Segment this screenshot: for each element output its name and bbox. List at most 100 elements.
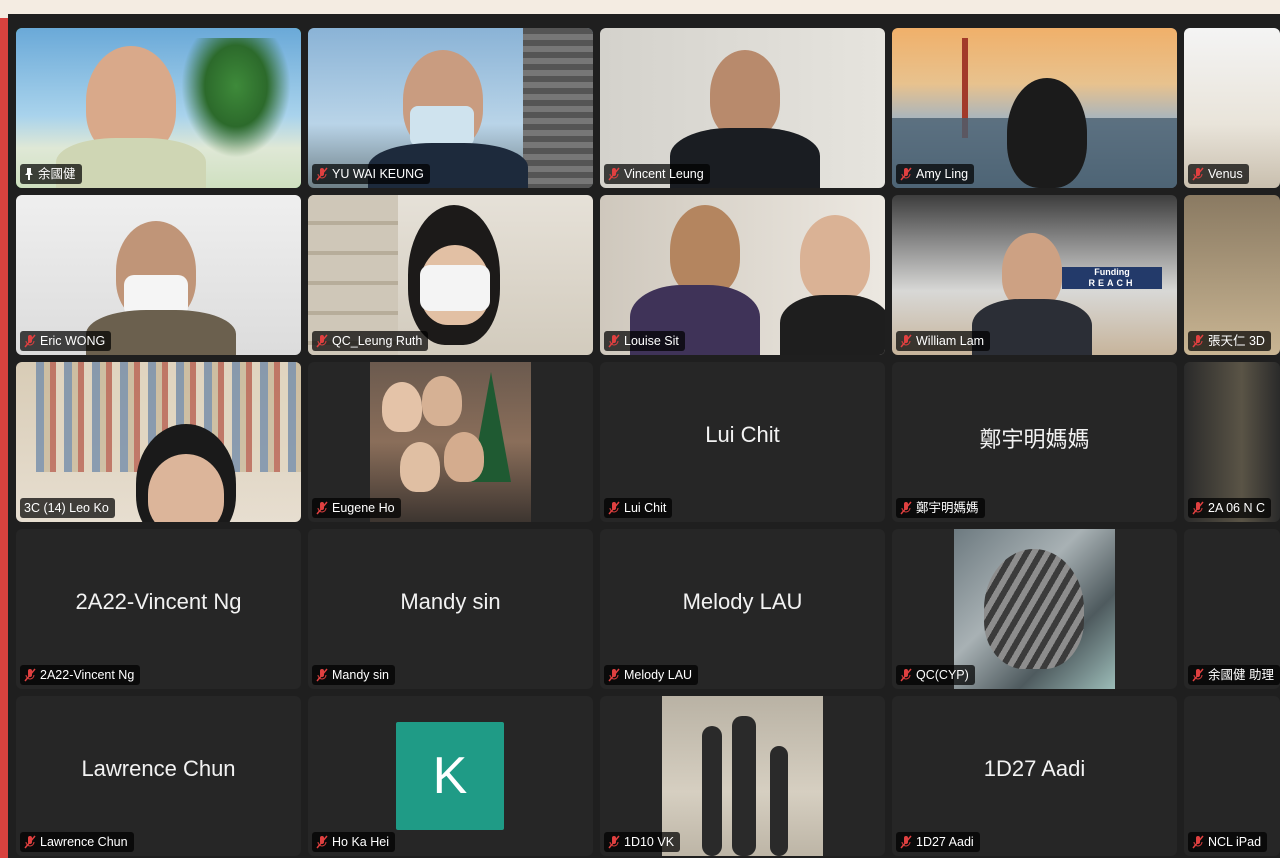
participant-name: 2A22-Vincent Ng (40, 668, 135, 682)
face-mask (410, 106, 474, 146)
participant-tile[interactable]: 1D27 Aadi 1D27 Aadi (892, 696, 1177, 856)
microphone-muted-icon (608, 167, 620, 181)
participant-name-tag: Ho Ka Hei (312, 832, 395, 852)
participant-tile[interactable]: Eugene Ho (308, 362, 593, 522)
participant-tile[interactable]: 余國健 (16, 28, 301, 188)
microphone-muted-icon (608, 334, 620, 348)
participant-tile[interactable]: YU WAI KEUNG (308, 28, 593, 188)
office-wall-sign: Funding REACH (1062, 267, 1162, 289)
participant-name-tag: Louise Sit (604, 331, 685, 351)
family-member (422, 376, 462, 426)
participant-name-tag: QC(CYP) (896, 665, 975, 685)
participant-silhouette (1007, 78, 1087, 188)
participant-tile[interactable]: K Ho Ka Hei (308, 696, 593, 856)
participant-face (800, 215, 870, 301)
participant-name: Venus (1208, 167, 1243, 181)
participant-name-tag: 1D10 VK (604, 832, 681, 852)
participant-tile[interactable]: QC(CYP) (892, 529, 1177, 689)
participant-name: Amy Ling (916, 167, 969, 181)
participant-name: Melody LAU (624, 668, 693, 682)
blinds (523, 28, 593, 188)
participant-name-tag: Vincent Leung (604, 164, 710, 184)
participant-tile[interactable]: QC_Leung Ruth (308, 195, 593, 355)
participant-name: 鄭宇明媽媽 (916, 501, 979, 515)
participant-tile[interactable]: 張天仁 3D (1184, 195, 1280, 355)
participant-name: QC_Leung Ruth (332, 334, 423, 348)
participant-tile[interactable]: 2A 06 N C (1184, 362, 1280, 522)
participant-name-tag: 余國健 助理 (1188, 665, 1280, 685)
microphone-muted-icon (1192, 501, 1204, 515)
participant-tile[interactable]: Mandy sin Mandy sin (308, 529, 593, 689)
microphone-muted-icon (316, 835, 328, 849)
participant-name-tag: NCL iPad (1188, 832, 1268, 852)
participant-tile[interactable]: 3C (14) Leo Ko (16, 362, 301, 522)
participant-name-tag: Mandy sin (312, 665, 395, 685)
participant-name: Louise Sit (624, 334, 679, 348)
participant-tile[interactable]: 2A22-Vincent Ng 2A22-Vincent Ng (16, 529, 301, 689)
participant-name: 余國健 (38, 167, 76, 181)
participant-tile[interactable]: Louise Sit (600, 195, 885, 355)
participant-name: Eric WONG (40, 334, 106, 348)
participant-name: 1D10 VK (624, 835, 675, 849)
participant-name-tag: Amy Ling (896, 164, 975, 184)
participant-display-name: Melody LAU (682, 589, 803, 614)
participant-tile[interactable]: Melody LAU Melody LAU (600, 529, 885, 689)
participant-display-name: 1D27 Aadi (983, 756, 1086, 781)
microphone-muted-icon (608, 501, 620, 515)
microphone-muted-icon (1192, 835, 1204, 849)
participant-name-tag: Venus (1188, 164, 1249, 184)
microphone-muted-icon (900, 668, 912, 682)
participant-name: 2A 06 N C (1208, 501, 1265, 515)
participant-name-tag: 3C (14) Leo Ko (20, 498, 115, 518)
microphone-muted-icon (1192, 167, 1204, 181)
participant-tile[interactable]: Vincent Leung (600, 28, 885, 188)
participant-name: 張天仁 3D (1208, 334, 1265, 348)
participant-name: Lui Chit (624, 501, 667, 515)
family-member (382, 382, 422, 432)
participant-face (1002, 233, 1062, 309)
participant-name-tag: Eric WONG (20, 331, 112, 351)
participant-name-tag: 張天仁 3D (1188, 331, 1271, 351)
participant-display-name: Mandy sin (400, 589, 501, 614)
participant-tile[interactable]: Amy Ling (892, 28, 1177, 188)
participant-name-tag: Melody LAU (604, 665, 699, 685)
participant-name: Eugene Ho (332, 501, 395, 515)
participant-tile[interactable]: Lui Chit Lui Chit (600, 362, 885, 522)
microphone-muted-icon (316, 167, 328, 181)
profile-photo-cat (954, 529, 1115, 689)
participant-name-tag: 2A22-Vincent Ng (20, 665, 141, 685)
participant-display-name: Lawrence Chun (81, 756, 236, 781)
microphone-muted-icon (24, 334, 36, 348)
participant-name-tag: QC_Leung Ruth (312, 331, 429, 351)
participant-tile[interactable]: Eric WONG (16, 195, 301, 355)
gallery-view: 余國健 YU WAI KEUNG Vincent Leung Amy Ling … (8, 14, 1280, 858)
participant-name-tag: Lui Chit (604, 498, 673, 518)
participant-tile[interactable]: 鄭宇明媽媽 鄭宇明媽媽 (892, 362, 1177, 522)
participant-face (710, 50, 780, 138)
participant-display-name: 2A22-Vincent Ng (75, 589, 242, 614)
participant-name: William Lam (916, 334, 985, 348)
participant-tile[interactable]: Venus (1184, 28, 1280, 188)
participant-tile[interactable]: Lawrence Chun Lawrence Chun (16, 696, 301, 856)
microphone-muted-icon (24, 668, 36, 682)
microphone-muted-icon (900, 835, 912, 849)
participant-display-name: Lui Chit (705, 422, 780, 447)
participant-tile[interactable]: Funding REACH William Lam (892, 195, 1177, 355)
participant-name: Lawrence Chun (40, 835, 128, 849)
microphone-muted-icon (608, 835, 620, 849)
participant-name: Vincent Leung (624, 167, 704, 181)
participant-name-tag: Lawrence Chun (20, 832, 134, 852)
microphone-muted-icon (1192, 334, 1204, 348)
microphone-muted-icon (900, 501, 912, 515)
participant-tile[interactable]: 余國健 助理 (1184, 529, 1280, 689)
microphone-muted-icon (900, 167, 912, 181)
microphone-muted-icon (316, 668, 328, 682)
participant-tile[interactable]: NCL iPad (1184, 696, 1280, 856)
participant-name: 3C (14) Leo Ko (24, 501, 109, 515)
participant-name-tag: William Lam (896, 331, 991, 351)
palm-tree (181, 38, 291, 158)
participant-name-tag: YU WAI KEUNG (312, 164, 430, 184)
participant-tile[interactable]: 1D10 VK (600, 696, 885, 856)
family-member (444, 432, 484, 482)
microphone-muted-icon (24, 835, 36, 849)
